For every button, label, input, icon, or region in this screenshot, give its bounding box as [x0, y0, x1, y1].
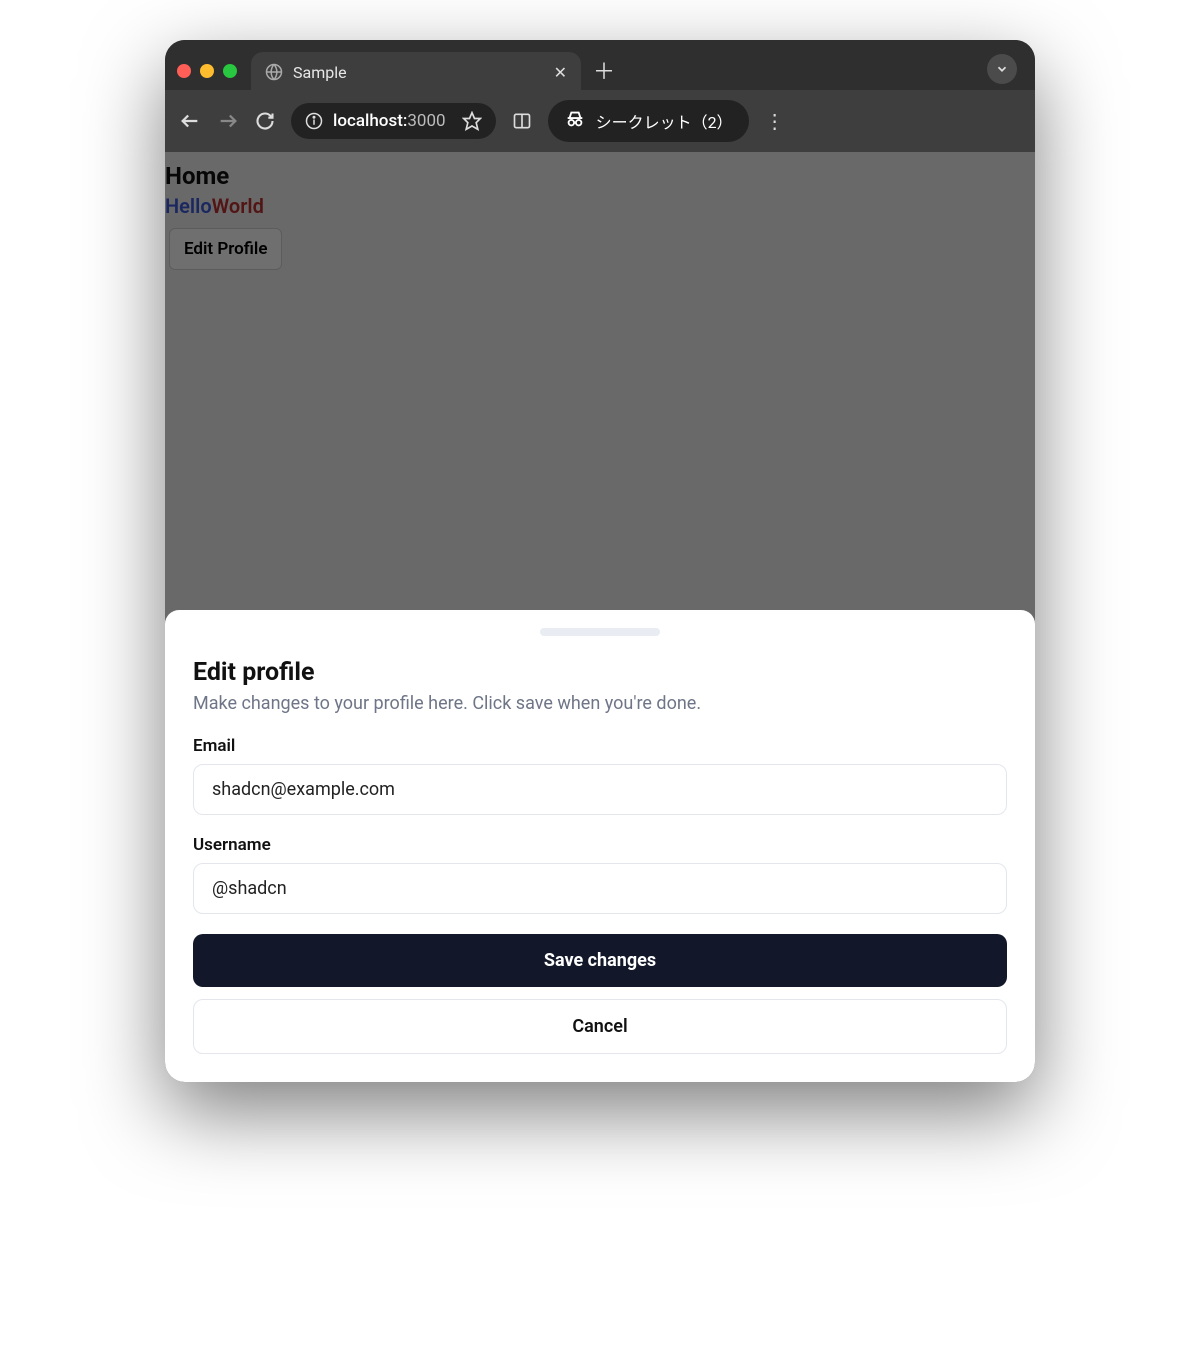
tab-overflow-button[interactable]	[987, 54, 1017, 84]
incognito-indicator[interactable]: シークレット（2）	[548, 100, 749, 142]
save-button[interactable]: Save changes	[193, 934, 1007, 987]
email-field[interactable]	[193, 764, 1007, 815]
maximize-window-button[interactable]	[223, 64, 237, 78]
browser-tab[interactable]: Sample ✕	[251, 52, 581, 92]
cancel-button[interactable]: Cancel	[193, 999, 1007, 1054]
side-panel-icon[interactable]	[512, 111, 532, 131]
forward-button[interactable]	[217, 110, 239, 132]
incognito-icon	[564, 108, 586, 134]
back-button[interactable]	[179, 110, 201, 132]
username-label: Username	[193, 835, 1007, 855]
close-window-button[interactable]	[177, 64, 191, 78]
address-host: localhost:3000	[333, 111, 446, 131]
close-tab-icon[interactable]: ✕	[554, 63, 567, 82]
address-bar[interactable]: localhost:3000	[291, 103, 496, 139]
site-info-icon[interactable]	[305, 112, 323, 130]
toolbar: localhost:3000 シークレット（2） ⋮	[165, 90, 1035, 152]
username-field[interactable]	[193, 863, 1007, 914]
titlebar: Sample ✕ ＋	[165, 40, 1035, 90]
new-tab-button[interactable]: ＋	[593, 54, 615, 86]
traffic-lights	[177, 64, 237, 78]
incognito-label: シークレット（2）	[596, 109, 733, 133]
globe-icon	[265, 63, 283, 81]
browser-window: Sample ✕ ＋ localhost:3000	[165, 40, 1035, 1082]
sheet-description: Make changes to your profile here. Click…	[193, 693, 1007, 714]
browser-menu-button[interactable]: ⋮	[765, 109, 787, 133]
bookmark-icon[interactable]	[462, 111, 482, 131]
viewport: Home HelloWorld Edit Profile Edit profil…	[165, 152, 1035, 1082]
reload-button[interactable]	[255, 111, 275, 131]
tab-title: Sample	[293, 63, 544, 82]
minimize-window-button[interactable]	[200, 64, 214, 78]
sheet-title: Edit profile	[193, 658, 1007, 687]
email-label: Email	[193, 736, 1007, 756]
drag-handle[interactable]	[540, 628, 660, 636]
edit-profile-sheet: Edit profile Make changes to your profil…	[165, 610, 1035, 1082]
